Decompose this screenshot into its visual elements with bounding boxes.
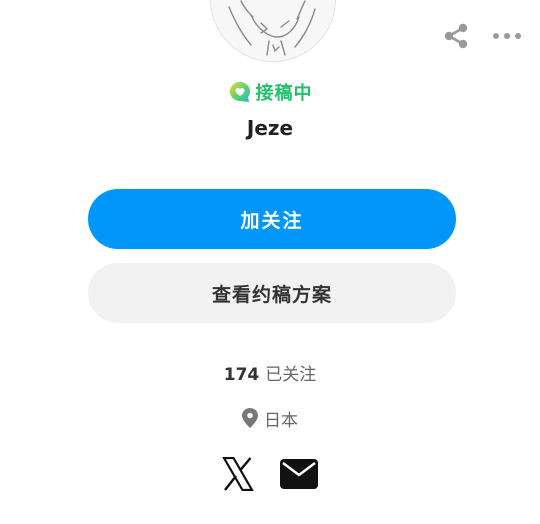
social-links xyxy=(0,455,540,493)
status-label: 接稿中 xyxy=(255,83,313,104)
mail-icon[interactable] xyxy=(280,459,318,489)
avatar[interactable] xyxy=(210,0,336,62)
following-count[interactable]: 174 xyxy=(224,365,260,385)
x-logo-icon[interactable] xyxy=(222,457,254,491)
username: Jeze xyxy=(246,116,294,140)
avatar-illustration xyxy=(211,0,335,61)
more-options-icon[interactable] xyxy=(491,24,523,48)
share-icon[interactable] xyxy=(442,22,470,50)
commission-status: 接稿中 xyxy=(0,78,540,106)
profile-page: 接稿中 Jeze 加关注 查看约稿方案 174 已关注 日本 xyxy=(0,0,540,524)
chat-bubble-heart-icon xyxy=(229,82,250,102)
view-commission-plans-button[interactable]: 查看约稿方案 xyxy=(88,263,456,323)
following-label[interactable]: 已关注 xyxy=(265,365,316,385)
location-pin-icon xyxy=(242,408,258,428)
follow-button[interactable]: 加关注 xyxy=(88,189,456,249)
location: 日本 xyxy=(0,405,540,431)
following-stats: 174 已关注 xyxy=(0,360,540,385)
location-text: 日本 xyxy=(264,410,298,431)
